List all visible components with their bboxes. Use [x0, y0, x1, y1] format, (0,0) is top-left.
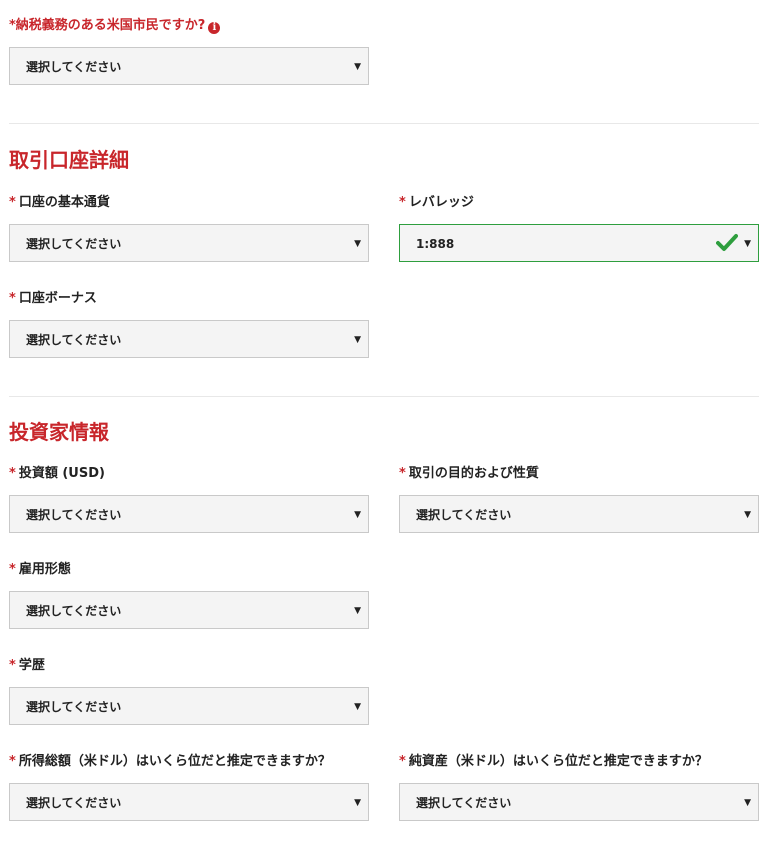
leverage-label: * レバレッジ: [399, 195, 474, 210]
education-label: * 学歴: [9, 658, 45, 673]
bonus-select-value: 選択してください: [26, 333, 122, 347]
trade-purpose-select-value: 選択してください: [416, 508, 512, 522]
base-currency-select[interactable]: 選択してください ▼: [9, 224, 369, 262]
trade-purpose-select[interactable]: 選択してください ▼: [399, 495, 759, 533]
investment-amount-label: * 投資額 (USD): [9, 466, 105, 481]
leverage-select[interactable]: 1:888 ▼: [399, 224, 759, 262]
chevron-down-icon: ▼: [354, 798, 361, 808]
education-select[interactable]: 選択してください ▼: [9, 687, 369, 725]
chevron-down-icon: ▼: [744, 239, 751, 249]
chevron-down-icon: ▼: [354, 62, 361, 72]
employment-select[interactable]: 選択してください ▼: [9, 591, 369, 629]
income-select[interactable]: 選択してください ▼: [9, 783, 369, 821]
education-select-value: 選択してください: [26, 700, 122, 714]
trade-purpose-label: * 取引の目的および性質: [399, 466, 539, 481]
net-worth-label: * 純資産（米ドル）はいくら位だと推定できますか？: [399, 754, 708, 769]
income-select-value: 選択してください: [26, 796, 122, 810]
section-divider: [9, 123, 759, 124]
section-divider: [9, 396, 759, 397]
net-worth-select-value: 選択してください: [416, 796, 512, 810]
chevron-down-icon: ▼: [744, 510, 751, 520]
investment-amount-select-value: 選択してください: [26, 508, 122, 522]
chevron-down-icon: ▼: [354, 510, 361, 520]
net-worth-select[interactable]: 選択してください ▼: [399, 783, 759, 821]
employment-select-value: 選択してください: [26, 604, 122, 618]
chevron-down-icon: ▼: [354, 606, 361, 616]
bonus-label: * 口座ボーナス: [9, 291, 97, 306]
employment-label: * 雇用形態: [9, 562, 71, 577]
investment-amount-select[interactable]: 選択してください ▼: [9, 495, 369, 533]
investor-info-title: 投資家情報: [9, 420, 109, 444]
account-details-title: 取引口座詳細: [9, 148, 129, 172]
us-tax-select-value: 選択してください: [26, 60, 122, 74]
us-tax-label: *納税義務のある米国市民ですか? i: [9, 18, 221, 34]
leverage-select-value: 1:888: [416, 237, 455, 251]
chevron-down-icon: ▼: [744, 798, 751, 808]
us-tax-select[interactable]: 選択してください ▼: [9, 47, 369, 85]
chevron-down-icon: ▼: [354, 239, 361, 249]
info-icon[interactable]: i: [208, 22, 221, 34]
chevron-down-icon: ▼: [354, 702, 361, 712]
bonus-select[interactable]: 選択してください ▼: [9, 320, 369, 358]
base-currency-label: * 口座の基本通貨: [9, 195, 110, 210]
chevron-down-icon: ▼: [354, 335, 361, 345]
base-currency-select-value: 選択してください: [26, 237, 122, 251]
checkmark-icon: [716, 234, 738, 251]
income-label: * 所得総額（米ドル）はいくら位だと推定できますか？: [9, 754, 331, 769]
